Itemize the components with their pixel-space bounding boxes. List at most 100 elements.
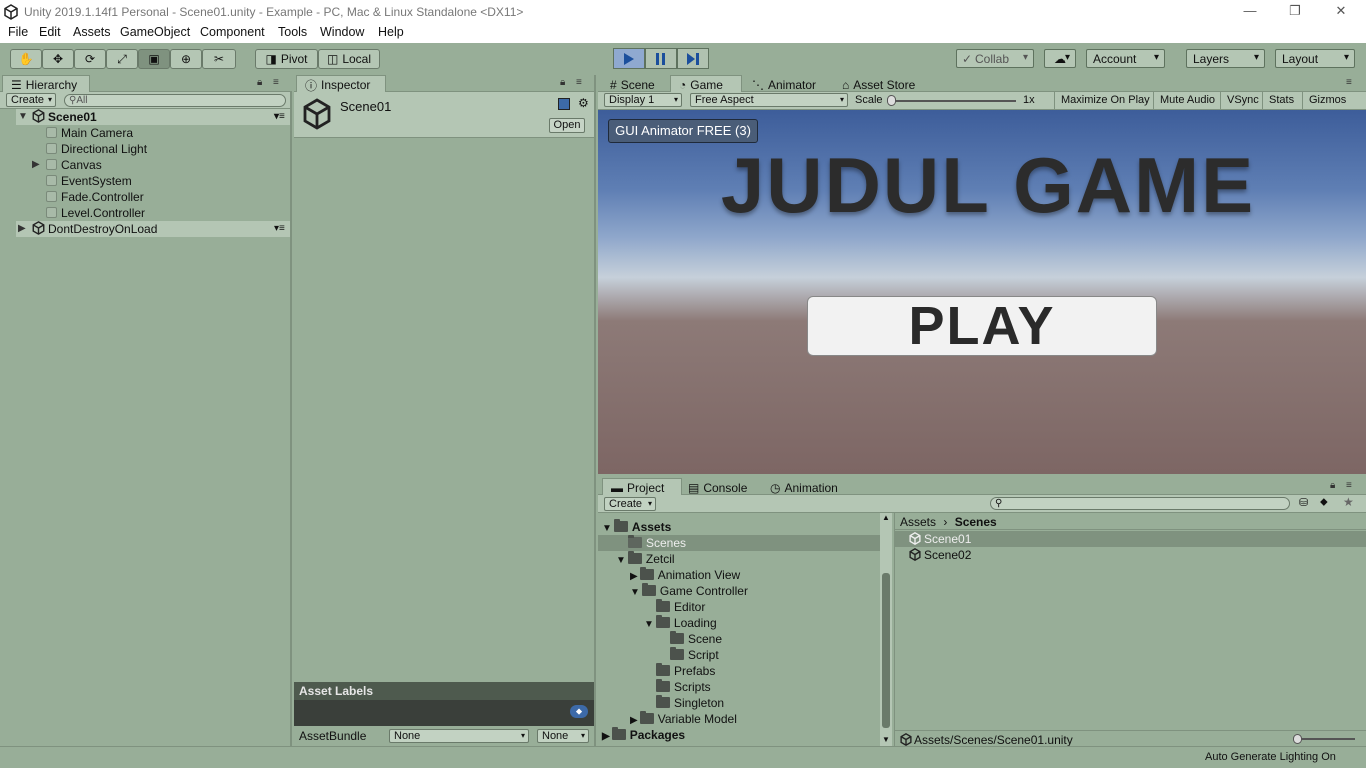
tree-script[interactable]: Script [670,647,719,663]
local-toggle[interactable]: ◫ Local [318,49,380,69]
panel-menu-icon[interactable]: ≡ [273,77,279,88]
tab-animator[interactable]: ⋱ Animator [744,75,824,92]
layers-dropdown[interactable]: Layers [1186,49,1265,68]
menu-edit[interactable]: Edit [39,25,61,39]
tab-scene[interactable]: # Scene [602,75,663,92]
hierarchy-item[interactable]: Level.Controller [16,205,290,221]
scene-row[interactable]: ▼ Scene01 ▾≡ [16,109,290,125]
mute-audio-toggle[interactable]: Mute Audio [1153,92,1221,109]
pivot-toggle[interactable]: ◨ Pivot [255,49,318,69]
filter-label-icon[interactable]: ⬥ [1320,496,1328,509]
scroll-up-icon[interactable]: ▲ [882,513,890,522]
tree-scripts[interactable]: Scripts [656,679,711,695]
panel-menu-icon[interactable]: ≡ [576,77,582,88]
tree-scrollbar[interactable]: ▲ ▼ [880,513,892,746]
hierarchy-item[interactable]: Directional Light [16,141,290,157]
collapsed-arrow-icon[interactable]: ▶ [630,571,638,582]
collapsed-arrow-icon[interactable]: ▶ [18,221,26,237]
menu-assets[interactable]: Assets [73,25,111,39]
file-item[interactable]: Scene02 [895,547,1366,563]
menu-file[interactable]: File [8,25,28,39]
tree-assets[interactable]: ▼ Assets [602,519,671,535]
scrollbar-thumb[interactable] [882,573,890,728]
collapsed-arrow-icon[interactable]: ▶ [32,157,40,173]
tree-scenes[interactable]: Scenes [598,535,880,551]
tree-packages[interactable]: ▶ Packages [602,727,685,743]
lock-icon[interactable]: 🔒︎ [560,77,565,88]
layout-dropdown[interactable]: Layout [1275,49,1355,68]
icon-size-slider[interactable] [1295,738,1355,740]
lock-icon[interactable]: 🔒︎ [257,77,262,88]
expand-arrow-icon[interactable]: ▼ [616,555,626,566]
panel-menu-icon[interactable]: ≡ [1346,480,1352,491]
display-dropdown[interactable]: Display 1 [604,93,682,107]
rect-tool-button[interactable]: ▣ [138,49,170,69]
tab-console[interactable]: ▤ Console [680,478,755,495]
tab-game[interactable]: ◔ Game [670,75,742,92]
tree-editor[interactable]: Editor [656,599,705,615]
tag-icon[interactable]: ⬥ [570,705,588,718]
tab-animation[interactable]: ◷ Animation [762,478,846,495]
variant-dropdown[interactable]: None [537,729,589,743]
expand-arrow-icon[interactable]: ▼ [18,109,28,125]
menu-component[interactable]: Component [200,25,265,39]
aspect-dropdown[interactable]: Free Aspect [690,93,848,107]
project-create-dropdown[interactable]: Create [604,497,656,511]
vsync-toggle[interactable]: VSync [1220,92,1265,109]
step-button[interactable] [677,48,709,69]
dontdestroy-row[interactable]: ▶ DontDestroyOnLoad ▾≡ [16,221,290,237]
close-button[interactable]: ✕ [1318,0,1364,24]
restore-button[interactable]: ❐ [1272,0,1318,24]
game-viewport[interactable]: GUI Animator FREE (3) JUDUL GAME PLAY [598,110,1366,474]
menu-gameobject[interactable]: GameObject [120,25,190,39]
expand-arrow-icon[interactable]: ▼ [630,587,640,598]
file-item[interactable]: Scene01 [895,531,1366,547]
filter-type-icon[interactable]: ⛁ [1299,496,1308,509]
scale-slider-track[interactable] [890,100,1016,102]
lock-icon[interactable]: 🔒︎ [1330,480,1335,491]
minimize-button[interactable]: — [1227,0,1273,24]
cloud-button[interactable]: ☁ [1044,49,1076,68]
stats-toggle[interactable]: Stats [1262,92,1300,109]
tree-animation-view[interactable]: ▶ Animation View [630,567,740,583]
breadcrumb-current[interactable]: Scenes [955,515,997,529]
collapsed-arrow-icon[interactable]: ▶ [630,715,638,726]
tree-loading[interactable]: ▼ Loading [644,615,717,631]
scale-tool-button[interactable]: ⤢ [106,49,138,69]
scene-menu-icon[interactable]: ▾≡ [274,221,285,237]
favorite-star-icon[interactable]: ★ [1343,495,1354,509]
transform-tool-button[interactable]: ⊕ [170,49,202,69]
tree-singleton[interactable]: Singleton [656,695,724,711]
tab-project[interactable]: ▬ Project [602,478,682,495]
gizmos-dropdown[interactable]: Gizmos [1302,92,1352,109]
scale-slider-thumb[interactable] [887,95,896,106]
menu-tools[interactable]: Tools [278,25,307,39]
tab-asset-store[interactable]: ⌂ Asset Store [834,75,923,92]
move-tool-button[interactable]: ✥ [42,49,74,69]
help-book-icon[interactable] [558,98,570,110]
menu-help[interactable]: Help [378,25,404,39]
expand-arrow-icon[interactable]: ▼ [644,619,654,630]
tree-scene[interactable]: Scene [670,631,722,647]
expand-arrow-icon[interactable]: ▼ [602,523,612,534]
menu-window[interactable]: Window [320,25,364,39]
scene-menu-icon[interactable]: ▾≡ [274,109,285,125]
scroll-down-icon[interactable]: ▼ [882,735,890,744]
play-game-button[interactable]: PLAY [807,296,1157,356]
account-dropdown[interactable]: Account [1086,49,1165,68]
tree-prefabs[interactable]: Prefabs [656,663,715,679]
tree-game-controller[interactable]: ▼ Game Controller [630,583,748,599]
collapsed-arrow-icon[interactable]: ▶ [602,731,610,742]
custom-tool-button[interactable]: ✂ [202,49,236,69]
tab-hierarchy[interactable]: ☰ Hierarchy [2,75,90,92]
play-button[interactable] [613,48,645,69]
tab-inspector[interactable]: ⓘ Inspector [296,75,386,93]
tree-variable-model[interactable]: ▶ Variable Model [630,711,737,727]
panel-menu-icon[interactable]: ≡ [1346,77,1352,88]
maximize-on-play-toggle[interactable]: Maximize On Play [1054,92,1156,109]
assetbundle-dropdown[interactable]: None [389,729,529,743]
pause-button[interactable] [645,48,677,69]
hierarchy-item[interactable]: Main Camera [16,125,290,141]
tree-zetcil[interactable]: ▼ Zetcil [616,551,675,567]
gear-icon[interactable]: ⚙ [578,96,589,110]
